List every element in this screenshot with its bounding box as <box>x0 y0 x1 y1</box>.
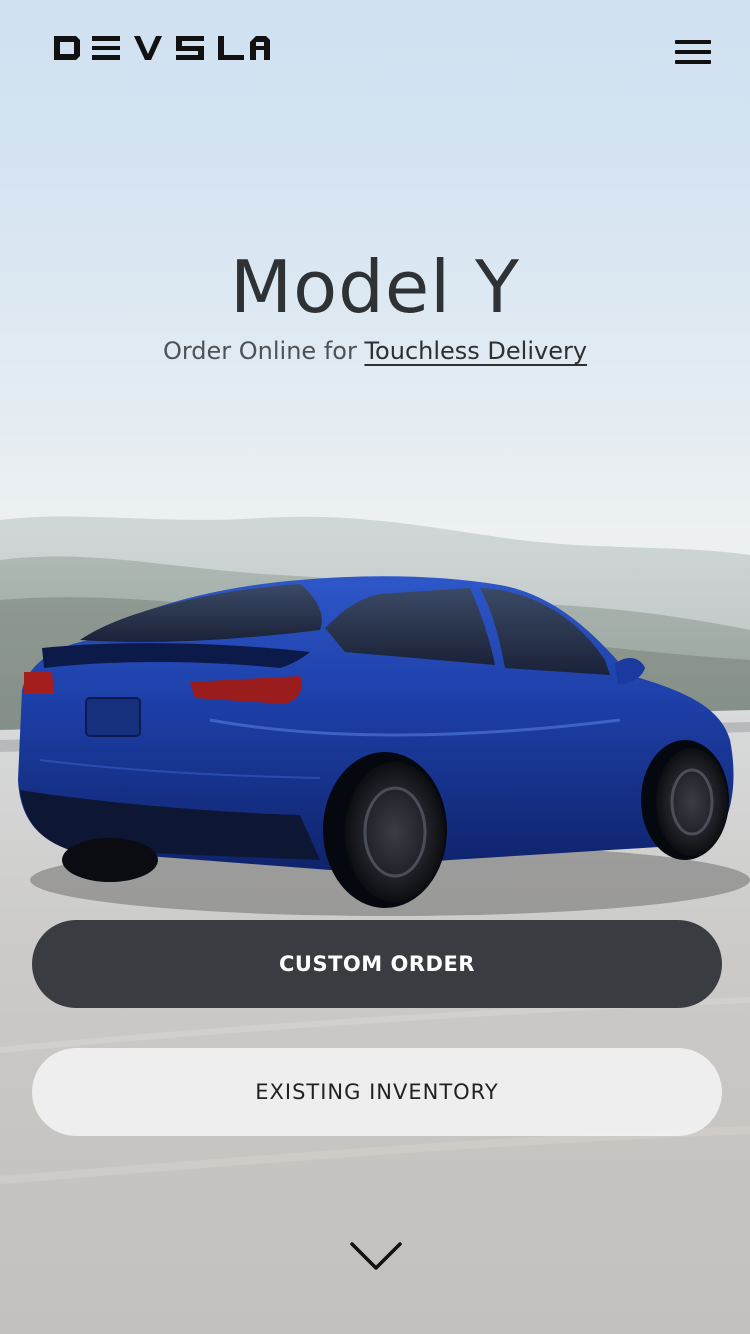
touchless-delivery-link[interactable]: Touchless Delivery <box>364 337 587 365</box>
chevron-down-icon[interactable] <box>348 1238 404 1274</box>
top-bar <box>0 0 750 100</box>
existing-inventory-button[interactable]: EXISTING INVENTORY <box>32 1048 722 1136</box>
subtitle-text: Order Online for <box>162 337 365 365</box>
existing-inventory-label: EXISTING INVENTORY <box>255 1080 499 1104</box>
devsla-logo[interactable] <box>52 34 270 62</box>
custom-order-button[interactable]: CUSTOM ORDER <box>32 920 722 1008</box>
custom-order-label: CUSTOM ORDER <box>279 952 475 976</box>
menu-button[interactable] <box>668 32 718 72</box>
hamburger-menu-icon <box>675 40 711 44</box>
hero-subtitle: Order Online for Touchless Delivery <box>0 335 750 367</box>
page-title: Model Y <box>229 245 521 329</box>
screen: Model Y Order Online for Touchless Deliv… <box>0 0 750 1334</box>
